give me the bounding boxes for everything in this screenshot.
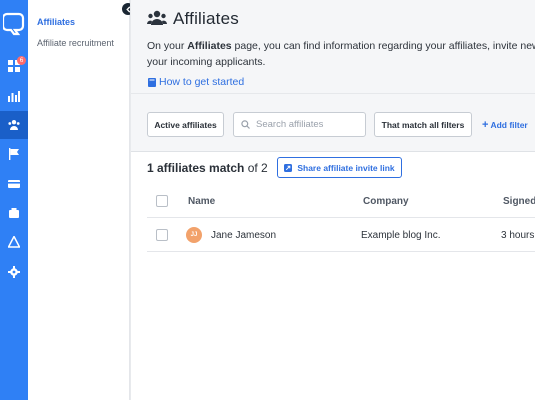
notification-badge: 6 <box>17 56 26 65</box>
page-header: Affiliates On your Affiliates page, you … <box>131 0 535 94</box>
book-icon <box>148 77 156 87</box>
how-to-label: How to get started <box>159 76 245 88</box>
page-title: Affiliates <box>173 9 239 28</box>
payouts-icon[interactable] <box>0 170 28 198</box>
page-description: On your Affiliates page, you can find in… <box>147 38 535 70</box>
row-checkbox[interactable] <box>156 229 168 241</box>
users-icon <box>147 10 167 25</box>
reports-icon[interactable] <box>0 82 28 110</box>
subnav-item-affiliate-recruitment[interactable]: Affiliate recruitment <box>37 38 114 48</box>
results-count-bold: 1 affiliates match <box>147 161 245 175</box>
add-filter-button[interactable]: + Add filter <box>482 118 528 131</box>
affiliate-signed: 3 hours <box>501 230 535 241</box>
add-filter-label: Add filter <box>490 120 528 130</box>
affiliates-icon[interactable] <box>0 111 28 139</box>
campaigns-flag-icon[interactable] <box>0 140 28 168</box>
results-count: 1 affiliates match of 2 <box>147 161 268 175</box>
share-invite-link-button[interactable]: Share affiliate invite link <box>277 157 402 178</box>
column-company[interactable]: Company <box>363 196 409 207</box>
integrations-triangle-icon[interactable] <box>0 228 28 256</box>
avatar: JJ <box>186 227 202 243</box>
logo-icon[interactable] <box>3 10 25 36</box>
description-prefix: On your <box>147 40 188 52</box>
search-icon <box>241 120 250 129</box>
description-line2: your incoming applicants. <box>147 56 266 68</box>
settings-gear-icon[interactable] <box>0 258 28 286</box>
secondary-nav: Affiliates Affiliate recruitment <box>28 0 130 400</box>
icon-rail: 6 <box>0 0 28 400</box>
search-box[interactable] <box>233 112 366 137</box>
match-filters-button[interactable]: That match all filters <box>374 112 472 137</box>
filter-bar: Active affiliates That match all filters… <box>131 94 535 152</box>
search-input[interactable] <box>256 119 356 130</box>
link-icon <box>284 163 293 172</box>
results-count-rest: of 2 <box>244 161 268 175</box>
how-to-get-started-link[interactable]: How to get started <box>148 76 244 88</box>
assets-icon[interactable] <box>0 199 28 227</box>
affiliate-company: Example blog Inc. <box>361 230 441 241</box>
subnav-item-affiliates[interactable]: Affiliates <box>37 17 75 27</box>
column-name[interactable]: Name <box>188 196 215 207</box>
main-content: Affiliates On your Affiliates page, you … <box>130 0 535 400</box>
active-affiliates-button[interactable]: Active affiliates <box>147 112 224 137</box>
description-suffix: page, you can find information regarding… <box>231 40 535 52</box>
affiliate-name[interactable]: Jane Jameson <box>211 230 276 241</box>
table-header: Name Company Signed <box>147 185 535 218</box>
plus-icon: + <box>482 118 489 131</box>
table-row[interactable]: JJ Jane Jameson Example blog Inc. 3 hour… <box>147 218 535 252</box>
column-signed[interactable]: Signed <box>503 196 535 207</box>
select-all-checkbox[interactable] <box>156 195 168 207</box>
description-bold: Affiliates <box>187 40 232 52</box>
share-invite-label: Share affiliate invite link <box>297 162 395 173</box>
app-window: 6 Affiliates Affiliate recruitment Affil… <box>0 0 535 400</box>
